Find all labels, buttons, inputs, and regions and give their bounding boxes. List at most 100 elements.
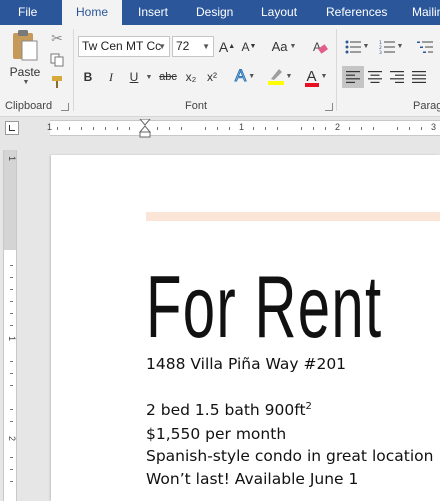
- change-case-button[interactable]: Aa ▼: [266, 36, 302, 57]
- highlight-button[interactable]: ▼: [264, 65, 296, 87]
- numbering-button[interactable]: 1 2 3 ▼: [376, 36, 406, 57]
- font-size-combo[interactable]: 72 ▼: [172, 36, 214, 57]
- ruler-tick: [205, 127, 206, 130]
- copy-button[interactable]: [48, 51, 66, 69]
- strikethrough-button[interactable]: abc: [157, 67, 179, 87]
- format-painter-button[interactable]: [48, 73, 66, 91]
- tab-design[interactable]: Design: [196, 0, 233, 25]
- ruler-number: 2: [335, 122, 341, 132]
- ruler-tick: [10, 265, 13, 266]
- tab-references[interactable]: References: [326, 0, 387, 25]
- shrink-arrow-icon: ▼: [249, 43, 257, 50]
- numbered-list-icon: 1 2 3: [379, 40, 395, 54]
- beds-text: 2 bed 1.5 bath 900ft: [146, 401, 306, 419]
- justify-icon: [412, 71, 426, 83]
- justify-button[interactable]: [408, 66, 430, 88]
- eraser-icon: A: [313, 40, 328, 54]
- align-right-button[interactable]: [386, 66, 408, 88]
- ruler-tick: [10, 361, 13, 362]
- ruler-tick: [301, 127, 302, 130]
- price-line: $1,550 per month: [146, 425, 287, 443]
- scissors-icon: ✂: [51, 29, 63, 46]
- ruler-tick: [157, 127, 158, 130]
- group-divider: [336, 29, 337, 111]
- ruler-number: 1: [239, 122, 245, 132]
- superscript-button[interactable]: x²: [203, 67, 221, 87]
- align-right-icon: [390, 71, 404, 83]
- align-left-button[interactable]: [342, 66, 364, 88]
- availability-line: Won’t last! Available June 1: [146, 470, 359, 488]
- clear-formatting-button[interactable]: A: [310, 36, 330, 57]
- text-effects-button[interactable]: A ▼: [230, 65, 260, 87]
- tab-insert[interactable]: Insert: [138, 0, 168, 25]
- ruler-tick: [81, 127, 82, 130]
- ruler-tick: [10, 421, 13, 422]
- ruler-tick: [217, 127, 218, 130]
- shrink-font-button[interactable]: A ▼: [240, 36, 258, 57]
- align-center-button[interactable]: [364, 66, 386, 88]
- highlighter-icon: [267, 67, 284, 85]
- left-tab-icon: [9, 125, 15, 131]
- copy-icon: [50, 53, 64, 67]
- chevron-down-icon: ▼: [396, 43, 404, 50]
- grow-font-label: A: [218, 38, 229, 55]
- ruler-tick: [397, 127, 398, 130]
- ruler-number: 3: [431, 122, 437, 132]
- ruler-tick: [105, 127, 106, 130]
- ruler-tick: [10, 277, 13, 278]
- ruler-tick: [10, 313, 13, 314]
- vertical-ruler[interactable]: 1 1 2: [3, 150, 17, 501]
- paste-button[interactable]: Paste ▼: [6, 29, 44, 89]
- align-left-icon: [346, 71, 360, 83]
- chevron-down-icon: ▼: [362, 43, 370, 50]
- clipboard-launcher-icon[interactable]: [61, 103, 69, 111]
- ruler-number: 2: [7, 436, 17, 442]
- ruler-tick: [421, 127, 422, 130]
- horizontal-ruler-row: 1 1 2 3: [0, 118, 440, 138]
- paste-dropdown-icon[interactable]: ▼: [23, 79, 30, 86]
- chevron-down-icon: ▼: [320, 72, 328, 80]
- align-center-icon: [368, 71, 382, 83]
- grow-font-button[interactable]: A ▲: [218, 36, 236, 57]
- multilevel-list-button[interactable]: [410, 36, 440, 57]
- chevron-down-icon: ▼: [289, 43, 297, 50]
- chevron-down-icon: ▼: [202, 42, 210, 51]
- indent-marker-icon[interactable]: [139, 119, 151, 139]
- ruler-tick: [10, 481, 13, 482]
- tab-selector[interactable]: [5, 121, 19, 135]
- font-launcher-icon[interactable]: [325, 103, 333, 111]
- font-color-button[interactable]: A ▼: [300, 65, 332, 87]
- bullets-button[interactable]: ▼: [342, 36, 372, 57]
- ruler-tick: [265, 127, 266, 130]
- italic-button[interactable]: I: [103, 67, 119, 87]
- ruler-tick: [325, 127, 326, 130]
- document-title: For Rent: [146, 257, 383, 356]
- tab-home[interactable]: Home: [62, 0, 122, 25]
- ruler-tick: [93, 127, 94, 130]
- font-color-icon: A: [304, 68, 319, 87]
- paragraph-group-label: Parag: [413, 100, 440, 112]
- subscript-button[interactable]: x₂: [182, 67, 200, 87]
- clipboard-group-label: Clipboard: [5, 100, 53, 112]
- tab-file[interactable]: File: [18, 0, 37, 25]
- font-name-combo[interactable]: Tw Cen MT Cc ▼: [78, 36, 170, 57]
- tab-layout[interactable]: Layout: [261, 0, 297, 25]
- ruler-tick: [10, 469, 13, 470]
- underline-button[interactable]: U: [126, 67, 142, 87]
- ruler-tick: [349, 127, 350, 130]
- beds-line: 2 bed 1.5 bath 900ft2: [146, 401, 312, 419]
- bold-button[interactable]: B: [80, 67, 96, 87]
- ruler-tick: [10, 289, 13, 290]
- horizontal-ruler[interactable]: 1 1 2 3: [47, 119, 440, 139]
- document-page[interactable]: For Rent 1488 Villa Piña Way #201 2 bed …: [51, 155, 440, 501]
- bullet-list-icon: [345, 40, 361, 53]
- ruler-tick: [277, 127, 278, 130]
- font-size-value: 72: [176, 39, 190, 53]
- multilevel-list-icon: [417, 41, 433, 53]
- underline-dropdown[interactable]: ▼: [143, 67, 153, 87]
- ruler-tick: [10, 373, 13, 374]
- cut-button[interactable]: ✂: [48, 29, 66, 47]
- group-divider: [73, 29, 74, 111]
- ruler-tick: [69, 127, 70, 130]
- tab-mailings[interactable]: Mailings: [412, 0, 440, 25]
